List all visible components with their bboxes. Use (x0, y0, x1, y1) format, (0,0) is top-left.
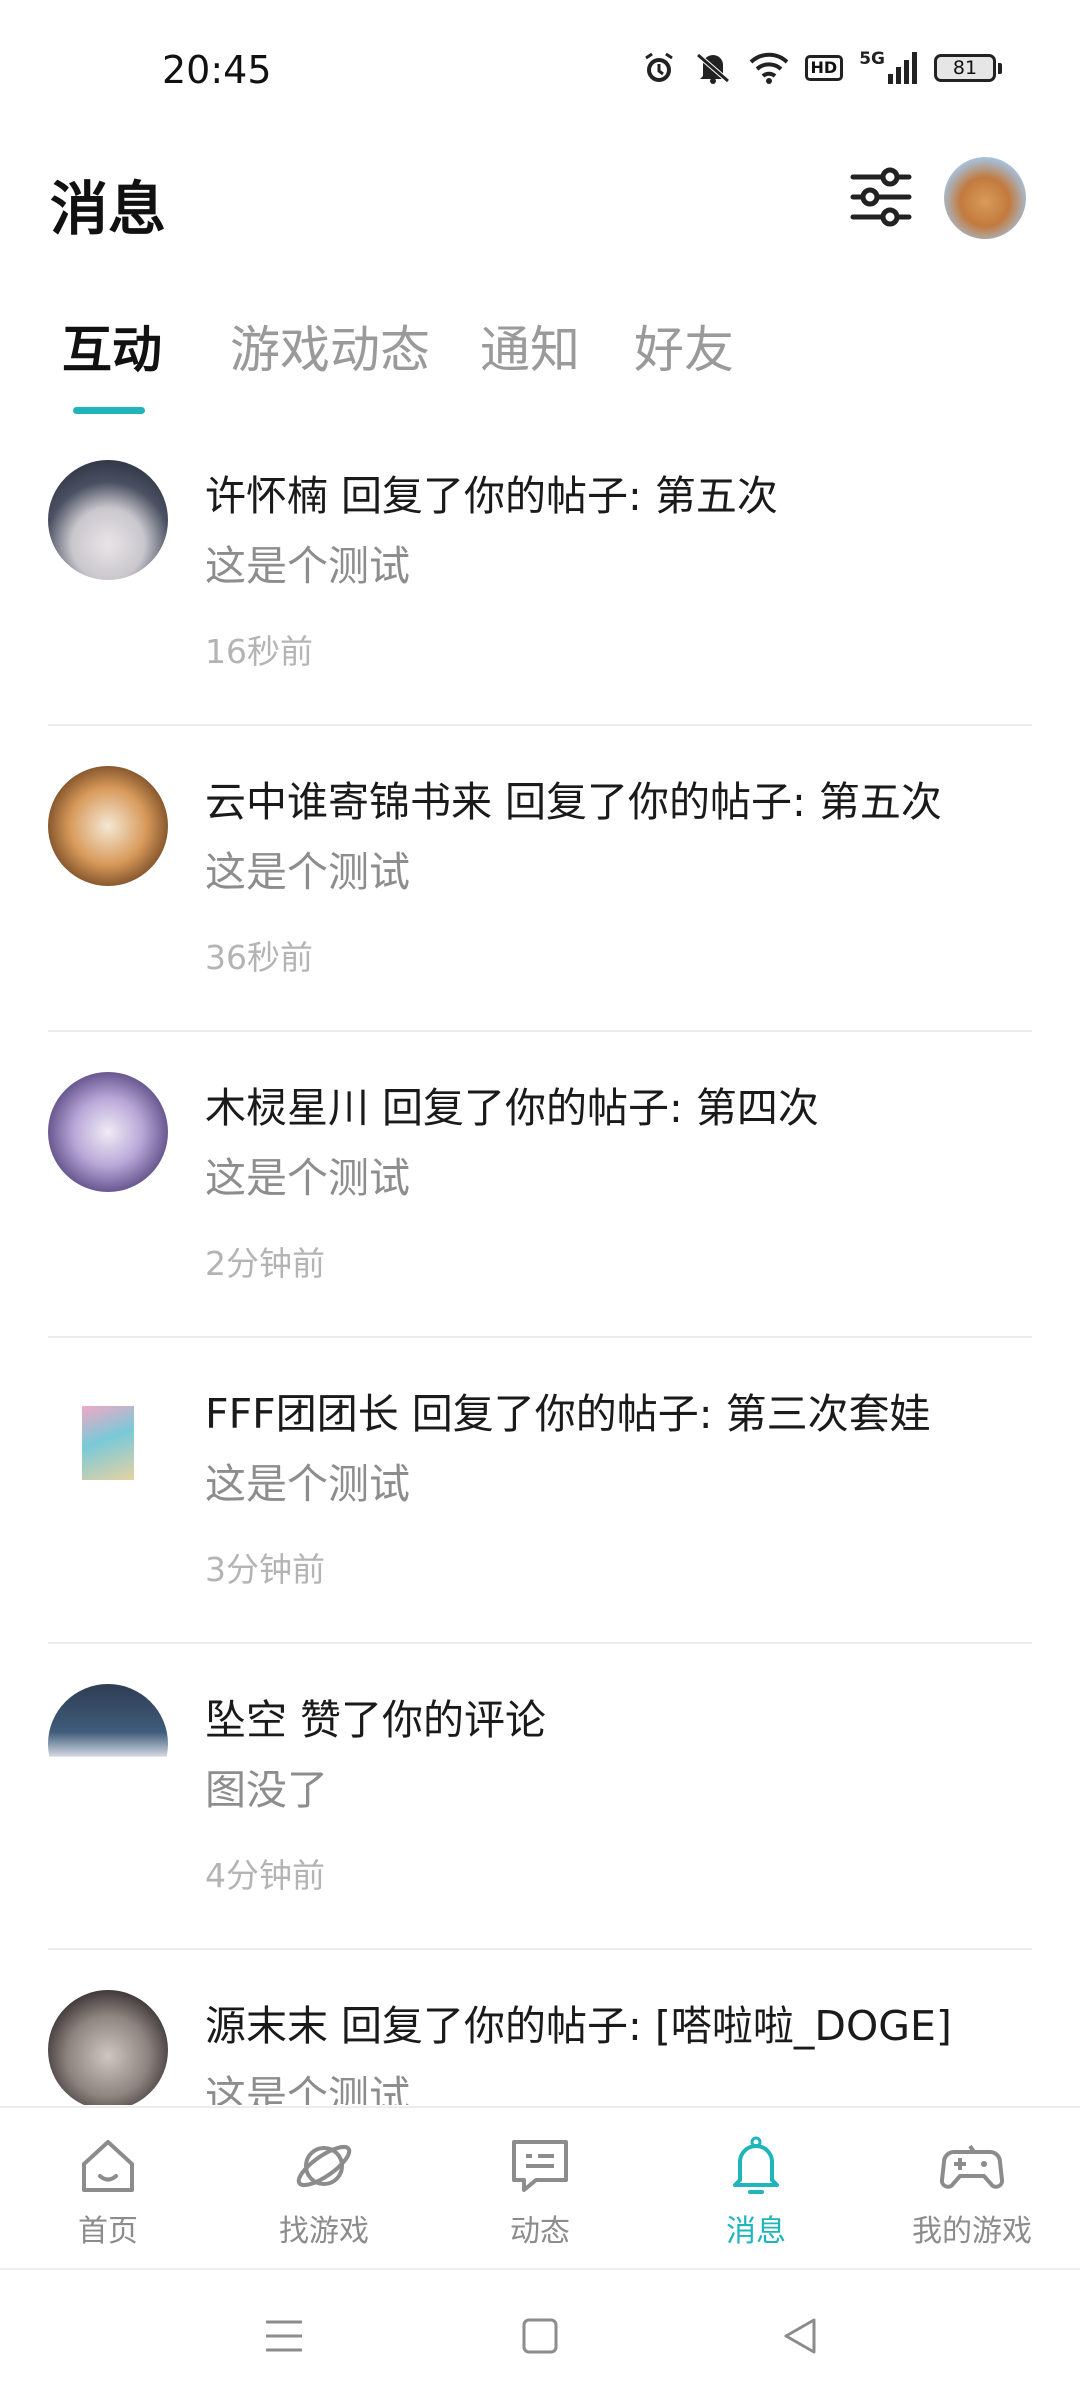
message-time: 2分钟前 (205, 1244, 325, 1283)
chat-icon (512, 2140, 568, 2192)
message-body: 这是个测试 (205, 542, 410, 590)
hd-icon: HD (804, 55, 844, 81)
nav-label: 我的游戏 (912, 2214, 1032, 2249)
list-item[interactable]: 坠空 赞了你的评论 图没了 4分钟前 (0, 1644, 1080, 1950)
page-title: 消息 (50, 175, 167, 243)
5g-signal-icon: 5G (859, 49, 918, 84)
header: 消息 (0, 150, 1080, 260)
battery-level: 81 (934, 54, 996, 82)
message-body: 这是个测试 (205, 848, 410, 896)
nav-label: 首页 (78, 2214, 138, 2249)
message-time: 4分钟前 (205, 1856, 325, 1895)
tab-game-updates[interactable]: 游戏动态 (230, 310, 430, 382)
message-body: 图没了 (205, 1766, 328, 1814)
message-title: 许怀楠 回复了你的帖子: 第五次 (205, 472, 778, 520)
active-tab-indicator (73, 407, 145, 414)
message-title: 云中谁寄锦书来 回复了你的帖子: 第五次 (205, 778, 942, 826)
nav-find-games[interactable]: 找游戏 (244, 2134, 404, 2254)
message-title: 木棂星川 回复了你的帖子: 第四次 (205, 1084, 819, 1132)
nav-my-games[interactable]: 我的游戏 (892, 2134, 1052, 2254)
message-time: 16秒前 (205, 632, 313, 671)
message-title: 坠空 赞了你的评论 (205, 1696, 547, 1744)
message-title: 源末末 回复了你的帖子: [嗒啦啦_DOGE] (205, 2002, 952, 2050)
gamepad-icon (940, 2144, 1004, 2189)
alarm-icon (641, 50, 677, 86)
bottom-nav: 首页 找游戏 动态 消息 我的游戏 (0, 2106, 1080, 2268)
tab-friends[interactable]: 好友 (634, 310, 734, 382)
status-icons: HD 5G 81 (641, 50, 1002, 86)
list-item[interactable]: 许怀楠 回复了你的帖子: 第五次 这是个测试 16秒前 (0, 420, 1080, 726)
avatar[interactable] (48, 766, 168, 886)
tab-notifications[interactable]: 通知 (480, 310, 580, 382)
mute-icon (693, 50, 733, 86)
avatar[interactable] (48, 1072, 168, 1192)
nav-label: 动态 (510, 2214, 570, 2249)
message-body: 这是个测试 (205, 2072, 410, 2105)
nav-feed[interactable]: 动态 (460, 2134, 620, 2254)
message-body: 这是个测试 (205, 1460, 410, 1508)
nav-label: 消息 (726, 2214, 786, 2249)
status-time: 20:45 (162, 48, 272, 92)
message-list[interactable]: 许怀楠 回复了你的帖子: 第五次 这是个测试 16秒前 云中谁寄锦书来 回复了你… (0, 420, 1080, 2105)
network-label: 5G (859, 49, 885, 69)
battery-cap (998, 62, 1002, 74)
wifi-icon (749, 52, 789, 84)
filter-sliders-icon[interactable] (848, 164, 914, 230)
list-item[interactable]: FFF团团长 回复了你的帖子: 第三次套娃 这是个测试 3分钟前 (0, 1338, 1080, 1644)
nav-home[interactable]: 首页 (28, 2134, 188, 2254)
message-body: 这是个测试 (205, 1154, 410, 1202)
user-avatar[interactable] (944, 157, 1026, 239)
avatar[interactable] (48, 1378, 168, 1498)
list-item[interactable]: 源末末 回复了你的帖子: [嗒啦啦_DOGE] 这是个测试 (0, 1950, 1080, 2105)
tab-bar: 互动 游戏动态 通知 好友 (0, 310, 1080, 420)
message-time: 36秒前 (205, 938, 313, 977)
message-title: FFF团团长 回复了你的帖子: 第三次套娃 (205, 1390, 931, 1438)
avatar[interactable] (48, 1990, 168, 2105)
tab-interaction[interactable]: 互动 (62, 310, 162, 382)
list-item[interactable]: 云中谁寄锦书来 回复了你的帖子: 第五次 这是个测试 36秒前 (0, 726, 1080, 1032)
avatar[interactable] (48, 460, 168, 580)
planet-icon (296, 2144, 352, 2188)
status-bar: 20:45 HD 5G 81 (0, 0, 1080, 140)
system-nav-bar (0, 2268, 1080, 2400)
bell-icon (733, 2136, 779, 2194)
avatar[interactable] (48, 1684, 168, 1804)
back-triangle-icon[interactable] (776, 2312, 824, 2360)
message-time: 3分钟前 (205, 1550, 325, 1589)
list-item[interactable]: 木棂星川 回复了你的帖子: 第四次 这是个测试 2分钟前 (0, 1032, 1080, 1338)
battery-icon: 81 (934, 54, 1002, 82)
nav-messages[interactable]: 消息 (676, 2134, 836, 2254)
menu-icon[interactable] (260, 2312, 308, 2360)
home-icon (82, 2140, 134, 2192)
nav-label: 找游戏 (279, 2214, 369, 2249)
home-square-icon[interactable] (516, 2312, 564, 2360)
avatar-image (82, 1406, 134, 1480)
